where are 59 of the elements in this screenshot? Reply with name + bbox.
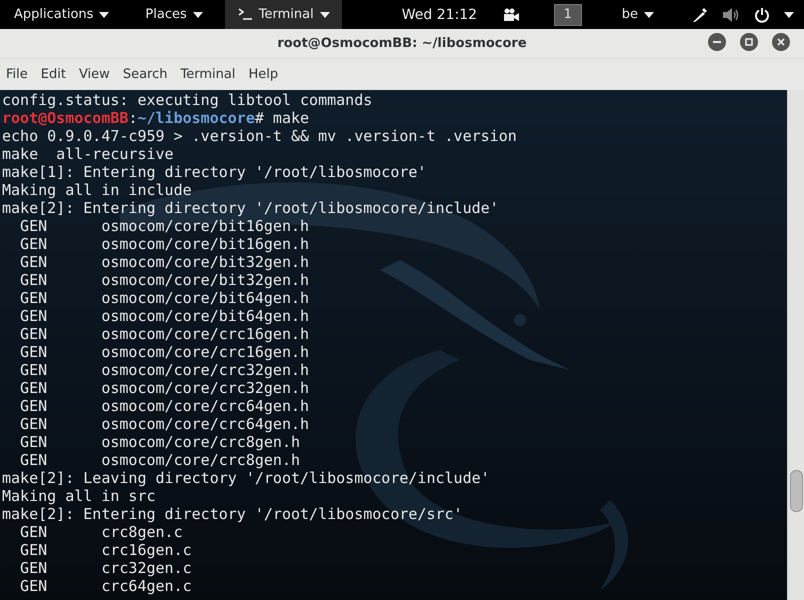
terminal-line: GEN crc8gen.c bbox=[19, 523, 184, 541]
terminal-line: GEN osmocom/core/crc32gen.h bbox=[19, 379, 310, 397]
terminal-line: GEN osmocom/core/bit16gen.h bbox=[19, 235, 310, 253]
terminal-line: GEN osmocom/core/crc64gen.h bbox=[19, 397, 310, 415]
terminal-line: config.status: executing libtool commands bbox=[2, 91, 374, 109]
menu-item[interactable]: Edit bbox=[36, 67, 70, 82]
terminal-line: GEN crc64gen.c bbox=[19, 577, 193, 595]
top-menu[interactable]: Places bbox=[131, 0, 217, 29]
terminal-line: GEN osmocom/core/bit64gen.h bbox=[19, 289, 310, 307]
clock: Wed 21:12 bbox=[402, 6, 478, 22]
menu-item[interactable]: Terminal bbox=[176, 67, 240, 82]
minimize-icon bbox=[713, 41, 721, 43]
terminal-line: Making all in include bbox=[2, 181, 193, 199]
top-menu[interactable]: Applications bbox=[0, 0, 124, 29]
terminal-line: make all-recursive bbox=[2, 145, 175, 163]
keyboard-layout-menu[interactable]: be bbox=[616, 6, 660, 23]
close-button[interactable] bbox=[772, 33, 790, 51]
terminal-line: GEN osmocom/core/bit32gen.h bbox=[19, 253, 310, 271]
caret-icon bbox=[644, 12, 654, 18]
terminal-line: GEN crc16gen.c bbox=[19, 541, 193, 559]
terminal-line: GEN osmocom/core/crc16gen.h bbox=[19, 343, 310, 361]
terminal-line: GEN osmocom/core/crc64gen.h bbox=[19, 415, 310, 433]
video-camera-icon[interactable] bbox=[502, 8, 520, 22]
maximize-button[interactable] bbox=[740, 33, 758, 51]
menu-item[interactable]: View bbox=[74, 67, 114, 82]
terminal-line: GEN osmocom/core/bit64gen.h bbox=[19, 307, 310, 325]
maximize-icon bbox=[745, 38, 753, 46]
power-icon[interactable] bbox=[754, 6, 770, 22]
workspace-indicator[interactable]: 1 bbox=[554, 4, 582, 26]
terminal-line: GEN osmocom/core/crc8gen.h bbox=[19, 451, 302, 469]
app-menu[interactable]: Terminal bbox=[224, 0, 342, 29]
window-title: root@OsmocomBB: ~/libosmocore bbox=[277, 36, 527, 51]
terminal-line: GEN osmocom/core/bit32gen.h bbox=[19, 271, 310, 289]
menu-item[interactable]: Help bbox=[244, 67, 282, 82]
caret-icon bbox=[192, 12, 203, 18]
terminal-line: make[2]: Entering directory '/root/libosmocore/src' bbox=[2, 505, 464, 523]
terminal-line: GEN osmocom/core/crc32gen.h bbox=[19, 361, 310, 379]
menu-item[interactable]: Search bbox=[118, 67, 172, 82]
prompt-line: root@OsmocomBB:~/libosmocore# make bbox=[2, 109, 310, 127]
terminal-line: Making all in src bbox=[2, 487, 157, 505]
terminal-line: GEN osmocom/core/crc8gen.h bbox=[19, 433, 302, 451]
minimize-button[interactable] bbox=[708, 33, 726, 51]
terminal-line: echo 0.9.0.47-c959 > .version-t && mv .version-t .version bbox=[2, 127, 518, 145]
terminal-line: make[1]: Entering directory '/root/libosmocore' bbox=[2, 163, 428, 181]
caret-icon bbox=[320, 12, 330, 18]
terminal-line: GEN crc32gen.c bbox=[19, 559, 193, 577]
terminal-line: GEN osmocom/core/bit16gen.h bbox=[19, 217, 310, 235]
close-icon bbox=[777, 38, 785, 46]
terminal-line: GEN osmocom/core/crc16gen.h bbox=[19, 325, 310, 343]
terminal-line: make[2]: Leaving directory '/root/libosmocore/include' bbox=[2, 469, 491, 487]
caret-icon bbox=[784, 12, 794, 18]
terminal-icon bbox=[236, 6, 253, 22]
caret-icon bbox=[99, 12, 110, 18]
menu-item[interactable]: File bbox=[2, 67, 32, 82]
scrollbar[interactable] bbox=[787, 90, 804, 600]
scrollbar-thumb[interactable] bbox=[790, 470, 803, 512]
terminal-line: make[2]: Entering directory '/root/libosmocore/include' bbox=[2, 199, 500, 217]
pen-icon[interactable] bbox=[692, 6, 708, 22]
volume-icon[interactable] bbox=[722, 6, 740, 22]
